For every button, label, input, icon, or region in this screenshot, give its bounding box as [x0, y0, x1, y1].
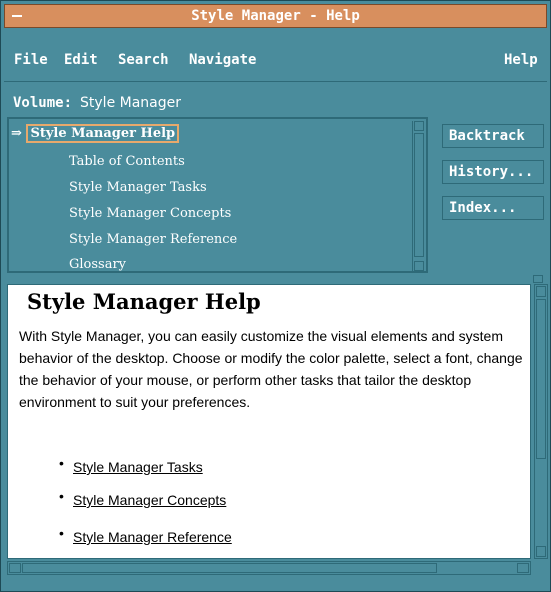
menu-help[interactable]: Help [504, 50, 538, 70]
pane-sash[interactable] [533, 275, 543, 283]
help-window: Style Manager - Help File Edit Search Na… [0, 0, 551, 592]
toc-item-glossary[interactable]: Glossary [69, 256, 126, 271]
content-vscroll-thumb[interactable] [536, 299, 546, 459]
link-reference[interactable]: Style Manager Reference [73, 529, 232, 545]
menu-separator [4, 81, 547, 82]
bullet-icon: • [59, 525, 64, 541]
content-vertical-scrollbar[interactable] [534, 284, 548, 559]
content-hscroll-thumb[interactable] [22, 563, 437, 573]
volume-line: Volume: Style Manager [13, 93, 181, 113]
window-title: Style Manager - Help [191, 8, 360, 24]
bullet-icon: • [59, 455, 64, 471]
menu-file[interactable]: File [14, 50, 48, 70]
menu-bar: File Edit Search Navigate Help [4, 46, 547, 78]
scroll-up-icon[interactable] [414, 121, 424, 131]
toc-item-table-of-contents[interactable]: Table of Contents [69, 153, 185, 171]
link-tasks[interactable]: Style Manager Tasks [73, 459, 203, 475]
arrow-right-icon: ⇒ [11, 126, 22, 141]
index-button[interactable]: Index... [442, 196, 544, 220]
scroll-left-icon[interactable] [9, 563, 21, 573]
menu-edit[interactable]: Edit [64, 50, 98, 70]
content-horizontal-scrollbar[interactable] [7, 561, 531, 575]
history-button[interactable]: History... [442, 160, 544, 184]
scroll-up-icon[interactable] [536, 286, 546, 297]
volume-label: Volume: [13, 95, 73, 111]
scroll-right-icon[interactable] [517, 563, 529, 573]
bullet-icon: • [59, 488, 64, 504]
volume-value: Style Manager [80, 95, 181, 111]
toc-item-reference[interactable]: Style Manager Reference [69, 231, 237, 249]
backtrack-button[interactable]: Backtrack [442, 124, 544, 148]
toc-scroll-thumb[interactable] [414, 133, 424, 257]
content-title: Style Manager Help [27, 289, 261, 314]
link-concepts[interactable]: Style Manager Concepts [73, 492, 226, 508]
title-bar[interactable]: Style Manager - Help [4, 4, 547, 28]
toc-item-concepts[interactable]: Style Manager Concepts [69, 205, 231, 223]
menu-search[interactable]: Search [118, 50, 169, 70]
menu-navigate[interactable]: Navigate [189, 50, 256, 70]
toc-current-item[interactable]: ⇒ Style Manager Help [11, 124, 180, 143]
toc-current-label: Style Manager Help [26, 124, 180, 143]
toc-item-tasks[interactable]: Style Manager Tasks [69, 179, 207, 197]
toc-list[interactable]: ⇒ Style Manager Help Table of Contents S… [7, 117, 428, 273]
content-paragraph: With Style Manager, you can easily custo… [19, 328, 523, 410]
scroll-down-icon[interactable] [414, 261, 424, 271]
scroll-down-icon[interactable] [536, 546, 546, 557]
toc-scrollbar[interactable] [412, 121, 424, 271]
